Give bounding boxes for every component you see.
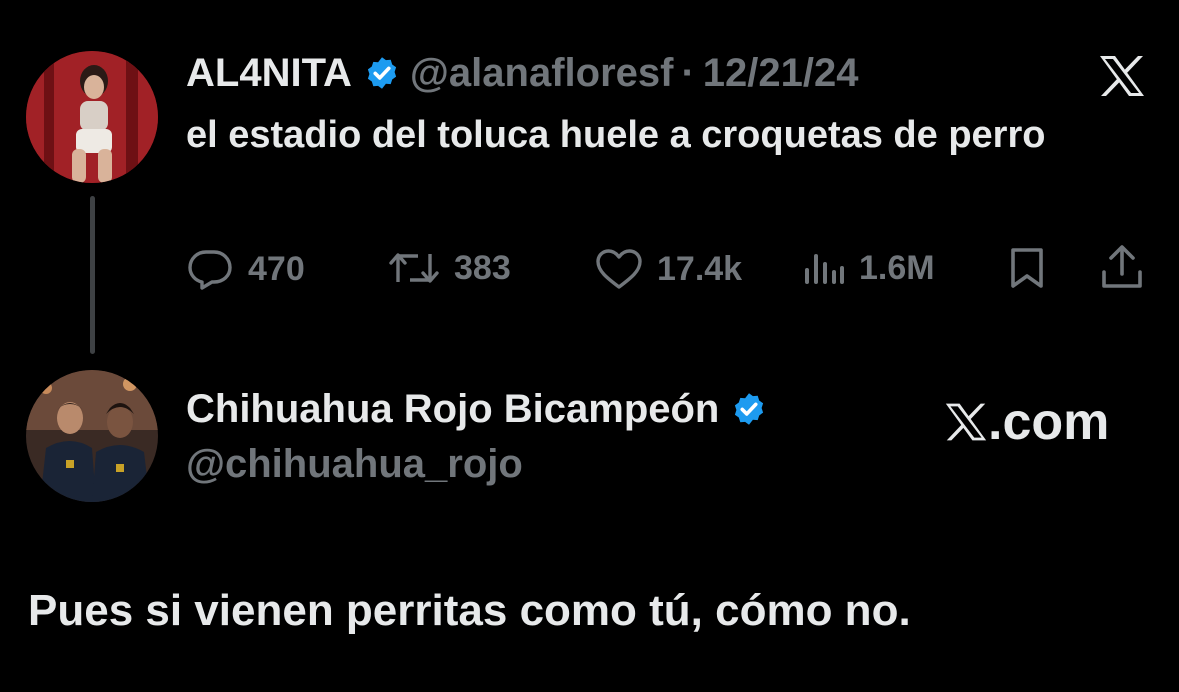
verified-badge-icon (731, 391, 767, 427)
reply-text: Pues si vienen perritas como tú, cómo no… (28, 586, 911, 635)
separator-dot: · (681, 50, 695, 95)
bookmark-button[interactable] (1007, 246, 1047, 295)
reply-button[interactable]: 470 (186, 248, 305, 290)
reply-icon (188, 250, 232, 290)
tweet-text: el estadio del toluca huele a croquetas … (186, 114, 1046, 156)
author-name[interactable]: AL4NITA (186, 51, 352, 96)
share-icon (1102, 245, 1142, 288)
x-com-branding: .com (944, 392, 1109, 452)
x-logo-icon (945, 403, 987, 441)
views-count: 1.6M (859, 248, 935, 287)
tweet-header: AL4NITA @alanafloresf · 12/21/24 (186, 50, 859, 96)
author-handle[interactable]: @alanafloresf (410, 51, 674, 96)
bookmark-icon (1011, 248, 1043, 288)
retweet-button[interactable]: 383 (388, 248, 511, 288)
avatar-image (26, 51, 158, 183)
retweet-icon (389, 253, 439, 283)
retweet-count: 383 (454, 248, 511, 287)
like-count: 17.4k (657, 249, 743, 288)
x-logo-icon (1098, 54, 1146, 103)
views-icon (805, 254, 844, 284)
x-com-suffix: .com (988, 393, 1110, 451)
avatar-chihuahua-rojo[interactable] (26, 370, 158, 502)
like-icon (596, 249, 642, 289)
views-button[interactable]: 1.6M (803, 248, 935, 288)
tweet-date[interactable]: 12/21/24 (703, 51, 859, 96)
reply-author-handle[interactable]: @chihuahua_rojo (186, 442, 523, 487)
reply-count: 470 (248, 249, 305, 288)
like-button[interactable]: 17.4k (595, 248, 742, 290)
verified-badge-icon (364, 55, 400, 91)
reply-author-header: Chihuahua Rojo Bicampeón (186, 386, 777, 432)
thread-connector-line (90, 196, 95, 354)
avatar-alanafloresf[interactable] (26, 51, 158, 183)
reply-author-name[interactable]: Chihuahua Rojo Bicampeón (186, 387, 719, 432)
share-button[interactable] (1100, 244, 1144, 295)
avatar-image (26, 370, 158, 502)
